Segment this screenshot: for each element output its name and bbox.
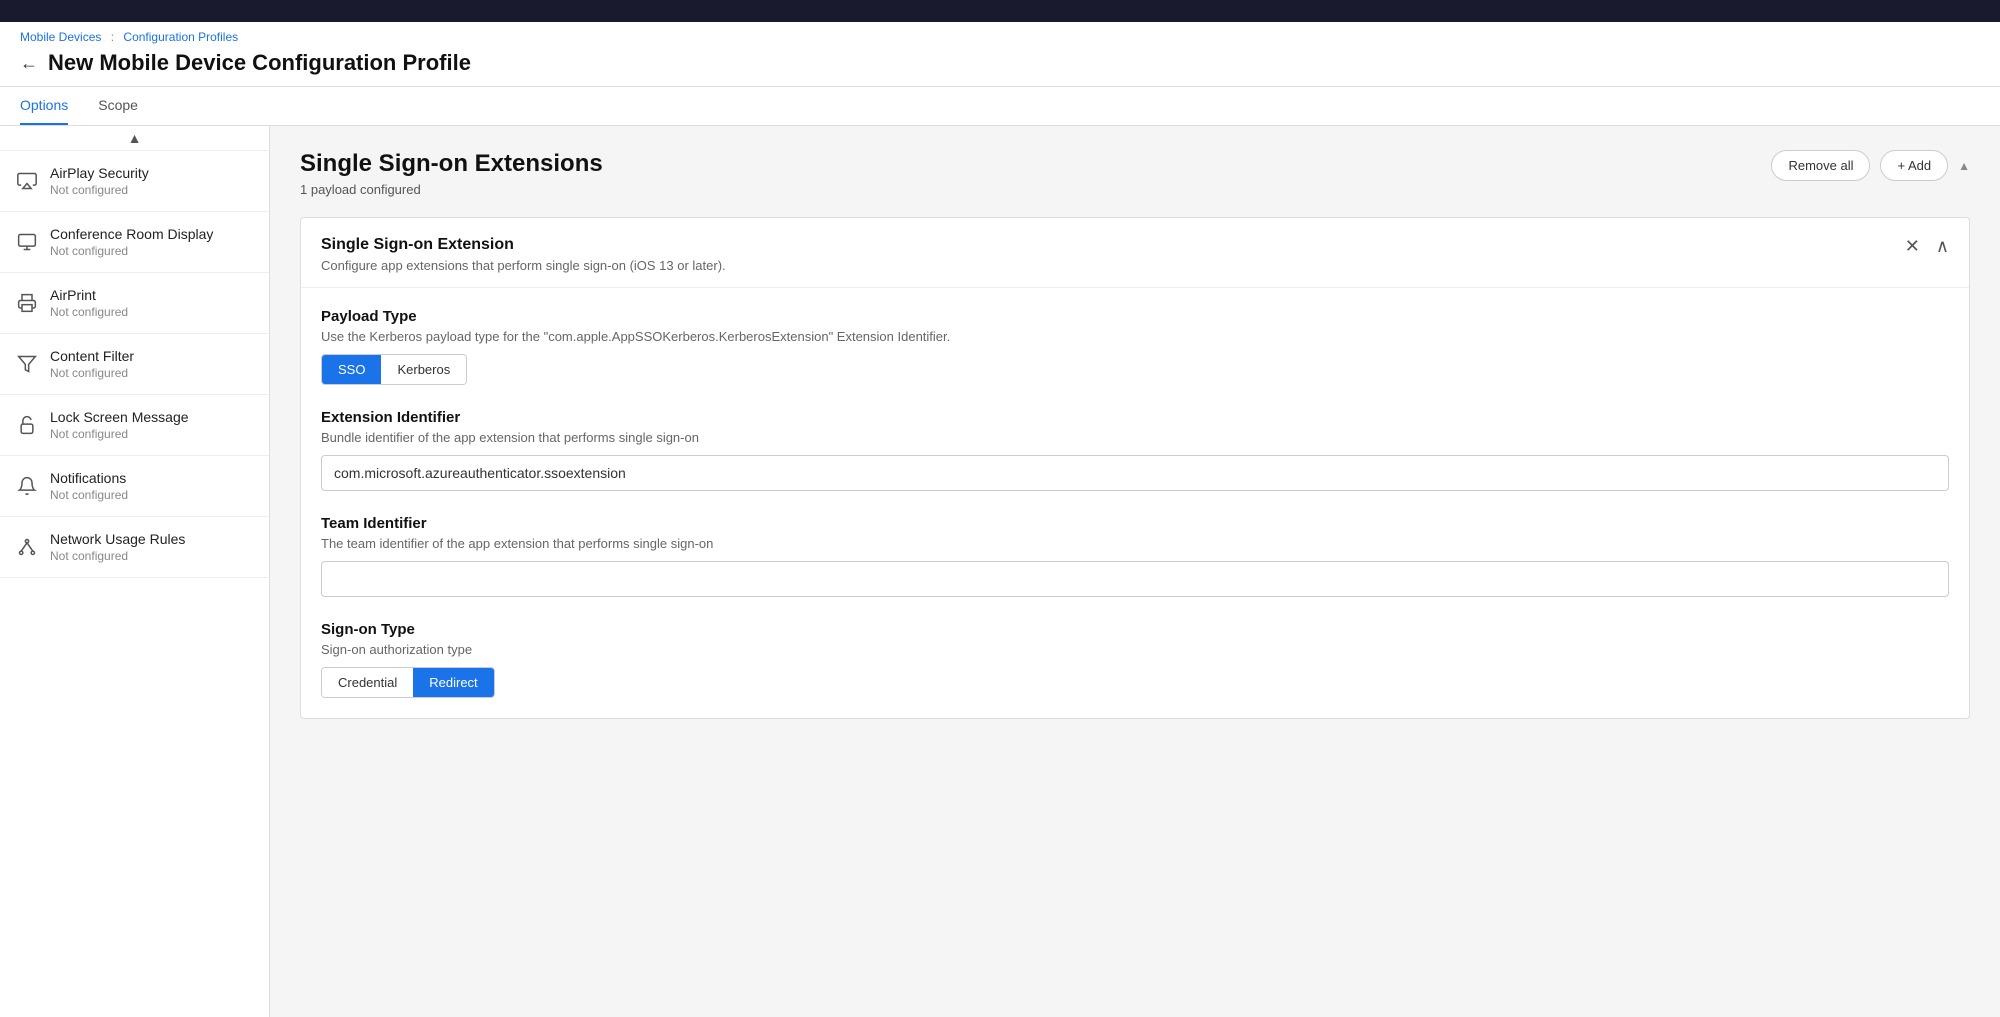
airprint-title: AirPrint	[50, 287, 128, 303]
airplay-security-title: AirPlay Security	[50, 165, 149, 181]
extension-card-actions: ✕ ∧	[1905, 236, 1949, 257]
airprint-text: AirPrint Not configured	[50, 287, 128, 319]
back-button[interactable]: ←	[20, 53, 38, 74]
airplay-icon	[16, 170, 38, 192]
close-extension-button[interactable]: ✕	[1905, 236, 1920, 257]
airprint-status: Not configured	[50, 305, 128, 319]
sign-on-type-section: Sign-on Type Sign-on authorization type …	[321, 621, 1949, 698]
sign-on-type-desc: Sign-on authorization type	[321, 642, 1949, 657]
extension-identifier-input[interactable]	[321, 455, 1949, 491]
bell-icon	[16, 475, 38, 497]
printer-icon	[16, 292, 38, 314]
extension-card: Single Sign-on Extension Configure app e…	[300, 217, 1970, 719]
tabs-bar: Options Scope	[0, 87, 2000, 126]
extension-card-title: Single Sign-on Extension Configure app e…	[321, 236, 726, 273]
tab-scope[interactable]: Scope	[98, 87, 138, 125]
sidebar-item-notifications[interactable]: Notifications Not configured	[0, 456, 269, 517]
content-header: Single Sign-on Extensions 1 payload conf…	[300, 150, 1970, 197]
breadcrumb-mobile-devices[interactable]: Mobile Devices	[20, 30, 101, 44]
network-usage-rules-text: Network Usage Rules Not configured	[50, 531, 185, 563]
conference-room-display-text: Conference Room Display Not configured	[50, 226, 213, 258]
content-header-left: Single Sign-on Extensions 1 payload conf…	[300, 150, 603, 197]
lock-icon	[16, 414, 38, 436]
content-header-right: Remove all + Add ▲	[1771, 150, 1970, 181]
sidebar-scroll-up[interactable]: ▲	[0, 126, 269, 151]
team-identifier-input[interactable]	[321, 561, 1949, 597]
extension-title: Single Sign-on Extension	[321, 236, 726, 254]
network-usage-rules-title: Network Usage Rules	[50, 531, 185, 547]
filter-icon	[16, 353, 38, 375]
content-area: Single Sign-on Extensions 1 payload conf…	[270, 126, 2000, 1017]
payload-type-label: Payload Type	[321, 308, 1949, 325]
extension-card-header: Single Sign-on Extension Configure app e…	[301, 218, 1969, 288]
notifications-status: Not configured	[50, 488, 128, 502]
airplay-security-text: AirPlay Security Not configured	[50, 165, 149, 197]
payload-type-section: Payload Type Use the Kerberos payload ty…	[321, 308, 1949, 385]
airplay-security-status: Not configured	[50, 183, 149, 197]
tab-options[interactable]: Options	[20, 87, 68, 125]
sidebar-item-lock-screen-message[interactable]: Lock Screen Message Not configured	[0, 395, 269, 456]
toggle-sso[interactable]: SSO	[322, 355, 381, 384]
scroll-up-arrow[interactable]: ▲	[1958, 159, 1970, 173]
extension-identifier-desc: Bundle identifier of the app extension t…	[321, 430, 1949, 445]
toggle-credential[interactable]: Credential	[322, 668, 413, 697]
section-title: Single Sign-on Extensions	[300, 150, 603, 178]
remove-all-button[interactable]: Remove all	[1771, 150, 1870, 181]
team-identifier-desc: The team identifier of the app extension…	[321, 536, 1949, 551]
lock-screen-message-status: Not configured	[50, 427, 189, 441]
notifications-text: Notifications Not configured	[50, 470, 128, 502]
payload-type-toggle-group: SSO Kerberos	[321, 354, 467, 385]
extension-card-body: Payload Type Use the Kerberos payload ty…	[301, 288, 1969, 718]
extension-identifier-section: Extension Identifier Bundle identifier o…	[321, 409, 1949, 491]
payload-count: 1 payload configured	[300, 182, 603, 197]
toggle-kerberos[interactable]: Kerberos	[381, 355, 466, 384]
add-button[interactable]: + Add	[1880, 150, 1948, 181]
conference-room-display-status: Not configured	[50, 244, 213, 258]
sidebar-item-airplay-security[interactable]: AirPlay Security Not configured	[0, 151, 269, 212]
lock-screen-message-title: Lock Screen Message	[50, 409, 189, 425]
content-filter-text: Content Filter Not configured	[50, 348, 134, 380]
sidebar-item-network-usage-rules[interactable]: Network Usage Rules Not configured	[0, 517, 269, 578]
extension-description: Configure app extensions that perform si…	[321, 258, 726, 273]
toggle-redirect[interactable]: Redirect	[413, 668, 493, 697]
sidebar-item-airprint[interactable]: AirPrint Not configured	[0, 273, 269, 334]
sidebar-item-conference-room-display[interactable]: Conference Room Display Not configured	[0, 212, 269, 273]
breadcrumb: Mobile Devices : Configuration Profiles	[20, 30, 1980, 44]
sign-on-type-label: Sign-on Type	[321, 621, 1949, 638]
payload-type-desc: Use the Kerberos payload type for the "c…	[321, 329, 1949, 344]
extension-identifier-label: Extension Identifier	[321, 409, 1949, 426]
network-usage-rules-status: Not configured	[50, 549, 185, 563]
sidebar: ▲ AirPlay Security Not configured	[0, 126, 270, 1017]
content-filter-title: Content Filter	[50, 348, 134, 364]
team-identifier-section: Team Identifier The team identifier of t…	[321, 515, 1949, 597]
breadcrumb-config-profiles[interactable]: Configuration Profiles	[123, 30, 238, 44]
team-identifier-label: Team Identifier	[321, 515, 1949, 532]
page-title: New Mobile Device Configuration Profile	[48, 50, 471, 76]
collapse-extension-button[interactable]: ∧	[1936, 236, 1949, 257]
conference-room-display-title: Conference Room Display	[50, 226, 213, 242]
chevron-up-icon: ▲	[128, 130, 142, 146]
sidebar-item-content-filter[interactable]: Content Filter Not configured	[0, 334, 269, 395]
display-icon	[16, 231, 38, 253]
sign-on-type-toggle-group: Credential Redirect	[321, 667, 495, 698]
content-filter-status: Not configured	[50, 366, 134, 380]
breadcrumb-separator: :	[111, 30, 114, 44]
notifications-title: Notifications	[50, 470, 128, 486]
lock-screen-message-text: Lock Screen Message Not configured	[50, 409, 189, 441]
network-icon	[16, 536, 38, 558]
